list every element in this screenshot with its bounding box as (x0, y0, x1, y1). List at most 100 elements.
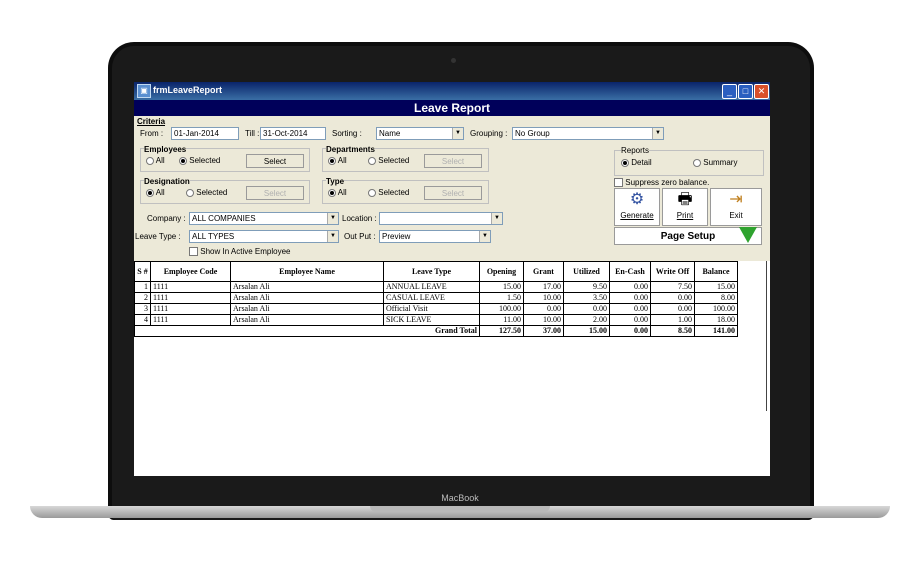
col-employee-code[interactable]: Employee Code (150, 261, 231, 282)
col-write-off[interactable]: Write Off (650, 261, 695, 282)
detail-radio[interactable]: Detail (621, 158, 652, 167)
table-cell: 4 (134, 314, 151, 326)
employees-select-button[interactable]: Select (246, 154, 304, 168)
total-cell: 0.00 (609, 325, 651, 337)
leave-type-value: ALL TYPES (192, 232, 235, 241)
table-row[interactable]: 4 1111 Arsalan Ali SICK LEAVE 11.00 10.00 2.00… (134, 314, 738, 326)
col-grant[interactable]: Grant (523, 261, 564, 282)
location-label: Location : (342, 214, 377, 223)
generate-button[interactable]: ⚙ Generate (614, 188, 660, 226)
chevron-down-icon: ▼ (479, 231, 490, 242)
grouping-value: No Group (515, 129, 550, 138)
departments-selected-radio[interactable]: Selected (368, 156, 409, 165)
table-row[interactable]: 1 1111 Arsalan Ali ANNUAL LEAVE 15.00 17.00 9.… (134, 281, 738, 293)
sorting-label: Sorting : (332, 129, 362, 138)
chevron-down-icon: ▼ (652, 128, 663, 139)
table-cell: 9.50 (563, 281, 610, 293)
company-value: ALL COMPANIES (192, 214, 256, 223)
table-cell: Official Visit (383, 303, 480, 315)
total-cell: 127.50 (479, 325, 524, 337)
leave-type-select[interactable]: ALL TYPES ▼ (189, 230, 339, 243)
employees-label: Employees (144, 145, 187, 154)
table-cell: 18.00 (694, 314, 738, 326)
exit-button[interactable]: ⇥ Exit (710, 188, 762, 226)
col-utilized[interactable]: Utilized (563, 261, 610, 282)
window-title: frmLeaveReport (153, 85, 223, 95)
departments-select-button[interactable]: Select (424, 154, 482, 168)
title-bar: ▣ frmLeaveReport _ □ ✕ (134, 82, 770, 100)
table-cell: 7.50 (650, 281, 695, 293)
table-cell: SICK LEAVE (383, 314, 480, 326)
col-sno[interactable]: S # (134, 261, 151, 282)
table-cell: ANNUAL LEAVE (383, 281, 480, 293)
table-cell: 1111 (150, 303, 231, 315)
table-cell: Arsalan Ali (230, 314, 384, 326)
type-selected-radio[interactable]: Selected (368, 188, 409, 197)
type-select-button[interactable]: Select (424, 186, 482, 200)
departments-all-radio[interactable]: All (328, 156, 347, 165)
table-cell: 1111 (150, 314, 231, 326)
table-row[interactable]: 3 1111 Arsalan Ali Official Visit 100.00 0.00… (134, 303, 738, 315)
departments-label: Departments (326, 145, 375, 154)
table-cell: 10.00 (523, 314, 564, 326)
print-button[interactable]: 🖶 Print (662, 188, 708, 226)
chevron-down-icon: ▼ (327, 213, 338, 224)
criteria-label: Criteria (137, 117, 166, 126)
total-cell: 141.00 (694, 325, 738, 337)
table-cell: 0.00 (609, 314, 651, 326)
grand-total-label: Grand Total (134, 325, 480, 337)
table-cell: 15.00 (479, 281, 524, 293)
table-cell: 100.00 (694, 303, 738, 315)
col-balance[interactable]: Balance (694, 261, 738, 282)
maximize-button[interactable]: □ (738, 84, 753, 99)
col-employee-name[interactable]: Employee Name (230, 261, 384, 282)
report-header: Leave Report (134, 100, 770, 116)
sorting-select[interactable]: Name ▼ (376, 127, 464, 140)
designation-label: Designation (144, 177, 190, 186)
table-cell: CASUAL LEAVE (383, 292, 480, 304)
employees-all-radio[interactable]: All (146, 156, 165, 165)
table-cell: 2.00 (563, 314, 610, 326)
col-encash[interactable]: En-Cash (609, 261, 651, 282)
show-inactive-checkbox[interactable]: Show In Active Employee (189, 247, 291, 257)
app-window: ▣ frmLeaveReport _ □ ✕ Leave Report Crit… (134, 82, 770, 476)
from-date-field[interactable]: 01-Jan-2014 (171, 127, 239, 140)
suppress-zero-checkbox[interactable]: Suppress zero balance. (614, 178, 709, 188)
designation-all-radio[interactable]: All (146, 188, 165, 197)
designation-selected-radio[interactable]: Selected (186, 188, 227, 197)
table-cell: 0.00 (650, 292, 695, 304)
summary-radio[interactable]: Summary (693, 158, 737, 167)
criteria-panel: Criteria From : 01-Jan-2014 Till : 31-Oc… (134, 116, 770, 261)
employees-selected-radio[interactable]: Selected (179, 156, 220, 165)
table-cell: 1.50 (479, 292, 524, 304)
col-opening[interactable]: Opening (479, 261, 524, 282)
designation-select-button[interactable]: Select (246, 186, 304, 200)
table-cell: 3.50 (563, 292, 610, 304)
table-cell: Arsalan Ali (230, 292, 384, 304)
output-select[interactable]: Preview ▼ (379, 230, 491, 243)
table-cell: 8.00 (694, 292, 738, 304)
grand-total-row: Grand Total 127.50 37.00 15.00 0.00 8.50 141.0… (134, 325, 738, 337)
down-arrow-icon[interactable] (739, 227, 757, 243)
grouping-label: Grouping : (470, 129, 508, 138)
output-label: Out Put : (344, 232, 376, 241)
table-cell: 0.00 (609, 281, 651, 293)
laptop-brand: MacBook (441, 493, 479, 503)
company-label: Company : (147, 214, 186, 223)
close-button[interactable]: ✕ (754, 84, 769, 99)
from-label: From : (140, 129, 164, 138)
laptop-notch (370, 506, 550, 512)
till-date-field[interactable]: 31-Oct-2014 (260, 127, 326, 140)
col-leave-type[interactable]: Leave Type (383, 261, 480, 282)
report-grid: S # Employee Code Employee Name Leave Ty… (134, 261, 770, 476)
grouping-select[interactable]: No Group ▼ (512, 127, 664, 140)
app-icon: ▣ (137, 84, 151, 98)
table-row[interactable]: 2 1111 Arsalan Ali CASUAL LEAVE 1.50 10.00 3.5… (134, 292, 738, 304)
company-select[interactable]: ALL COMPANIES ▼ (189, 212, 339, 225)
minimize-button[interactable]: _ (722, 84, 737, 99)
location-select[interactable]: ▼ (379, 212, 503, 225)
type-all-radio[interactable]: All (328, 188, 347, 197)
table-cell: 17.00 (523, 281, 564, 293)
table-cell: 0.00 (523, 303, 564, 315)
camera-icon (451, 58, 456, 63)
